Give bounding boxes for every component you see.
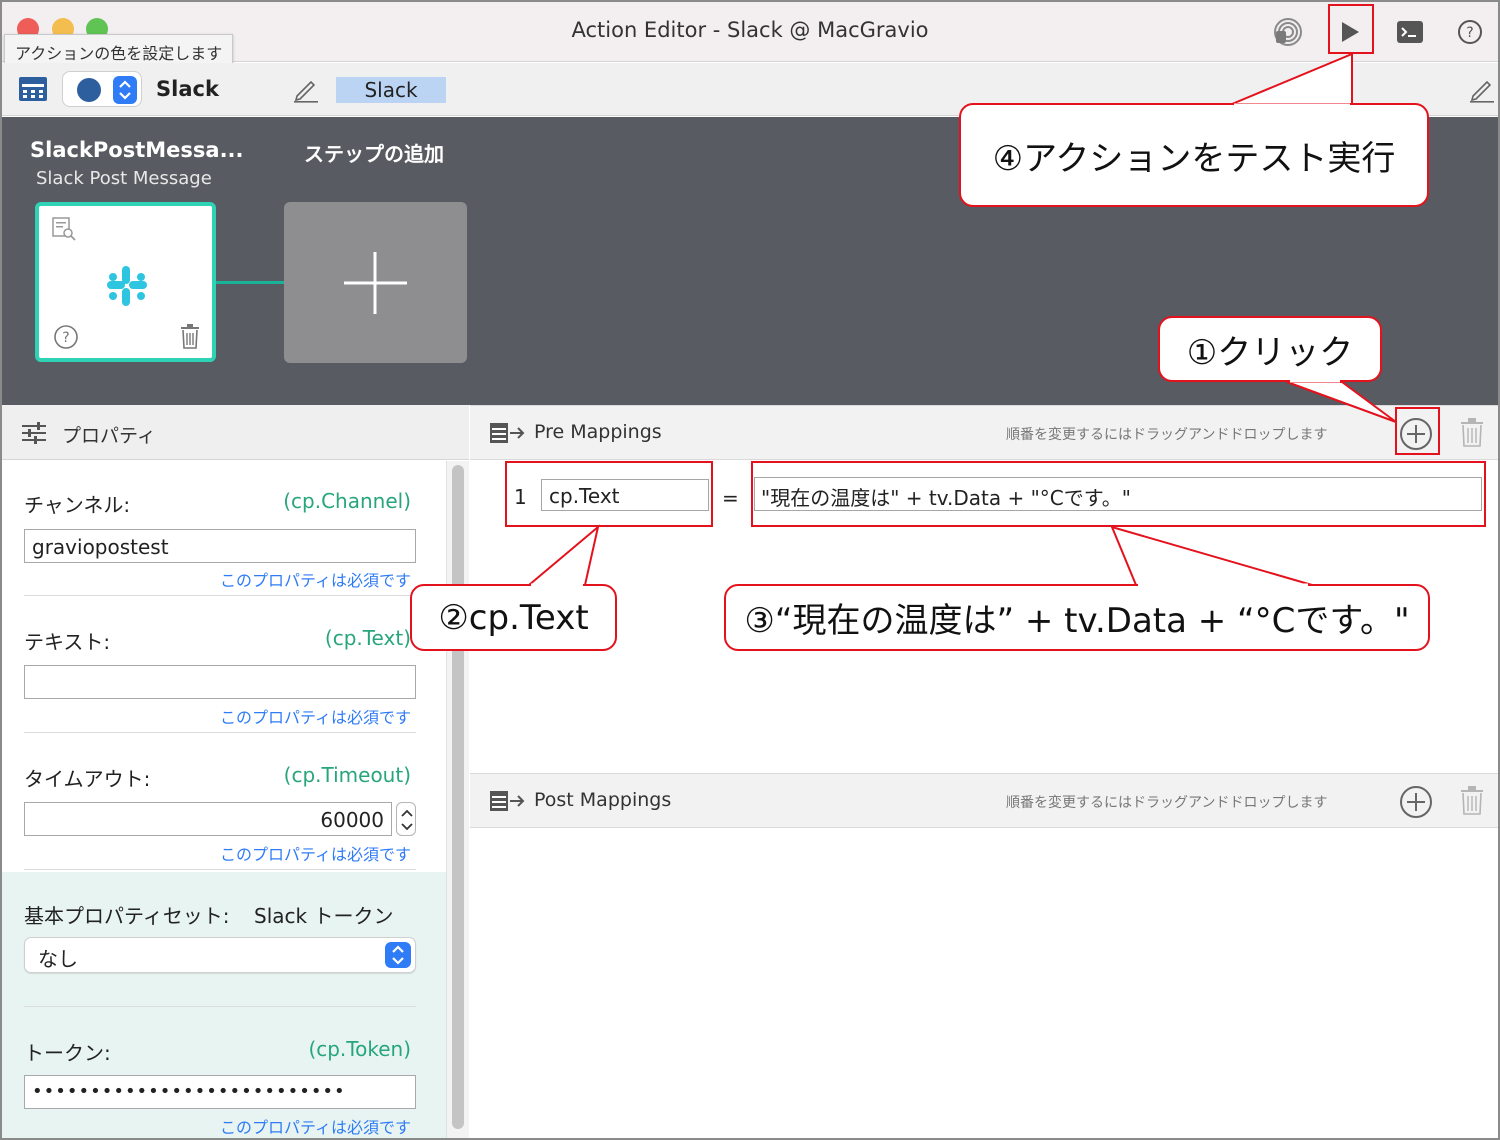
mapping-icon (490, 790, 526, 816)
step-subtitle: Slack Post Message (36, 168, 212, 189)
channel-label: チャンネル: (24, 493, 131, 517)
text-label: テキスト: (24, 630, 111, 654)
pre-mappings-header: Pre Mappings 順番を変更するにはドラッグアンドドロップします (470, 405, 1498, 460)
svg-text:?: ? (62, 330, 69, 346)
callout-click: ①クリック (1158, 316, 1382, 382)
text-var: (cp.Text) (324, 626, 411, 650)
inspect-icon[interactable] (51, 216, 77, 246)
edit-pencil-icon[interactable] (1468, 75, 1496, 107)
properties-header: プロパティ (2, 405, 469, 460)
key-highlight (505, 461, 713, 527)
properties-title: プロパティ (62, 425, 156, 447)
post-mappings-hint: 順番を変更するにはドラッグアンドドロップします (1006, 795, 1328, 811)
basic-set-value-label: Slack トークン (254, 904, 394, 928)
timeout-stepper[interactable] (396, 802, 416, 836)
svg-text:?: ? (1466, 25, 1473, 41)
action-name: Slack (156, 77, 219, 101)
add-post-mapping-button[interactable] (1398, 784, 1434, 824)
separator (24, 869, 416, 870)
text-input[interactable] (24, 665, 416, 699)
action-editor-window: Action Editor - Slack @ MacGravio ? アクショ… (0, 0, 1500, 1140)
token-label: トークン: (24, 1041, 111, 1065)
trash-icon (1461, 786, 1483, 815)
console-icon[interactable] (1392, 14, 1428, 50)
group-chip[interactable]: Slack (336, 77, 446, 103)
separator (24, 732, 416, 733)
plus-icon (344, 252, 407, 314)
calendar-icon[interactable] (18, 76, 48, 106)
color-swatch (77, 78, 101, 102)
step-trash-icon[interactable] (179, 324, 201, 354)
callout-expression: ③“現在の温度は” + tv.Data + “°Cです。" (724, 584, 1430, 651)
chevron-updown-icon (385, 942, 411, 968)
timeout-input[interactable]: 60000 (24, 802, 392, 836)
trash-icon (1461, 418, 1483, 447)
separator (24, 1006, 416, 1007)
post-mappings-list (470, 829, 1498, 1138)
pre-mappings-title: Pre Mappings (534, 421, 662, 443)
channel-var: (cp.Channel) (283, 489, 411, 513)
edit-name-pencil-icon[interactable] (292, 75, 320, 107)
run-button-highlight (1328, 4, 1374, 54)
help-icon[interactable]: ? (1452, 14, 1488, 50)
basic-set-select[interactable]: なし (24, 937, 416, 973)
action-color-picker[interactable] (62, 71, 142, 107)
post-mappings-header: Post Mappings 順番を変更するにはドラッグアンドドロップします (470, 773, 1498, 828)
plus-circle-icon (1400, 786, 1432, 818)
properties-scrollbar-thumb[interactable] (452, 465, 464, 1129)
slack-step-card[interactable]: ? (35, 202, 216, 362)
token-required-note: このプロパティは必須です (219, 1118, 411, 1137)
channel-input[interactable]: graviopostest (24, 529, 416, 563)
add-step-button[interactable] (284, 202, 467, 363)
token-var: (cp.Token) (308, 1037, 411, 1061)
add-step-label: ステップの追加 (304, 142, 444, 166)
text-required-note: このプロパティは必須です (219, 708, 411, 727)
timeout-label: タイムアウト: (24, 767, 151, 791)
callout-test-run: ④アクションをテスト実行 (959, 103, 1429, 207)
separator (24, 595, 416, 596)
step-title: SlackPostMessa... (30, 138, 244, 162)
delete-post-mapping-button[interactable] (1460, 786, 1484, 820)
pre-mappings-hint: 順番を変更するにはドラッグアンドドロップします (1006, 427, 1328, 443)
step-help-icon[interactable]: ? (53, 324, 79, 354)
channel-required-note: このプロパティは必須です (219, 571, 411, 590)
post-mappings-title: Post Mappings (534, 789, 672, 811)
basic-set-label: 基本プロパティセット: (24, 904, 230, 928)
broadcast-icon[interactable] (1270, 14, 1306, 50)
plus-button-highlight (1395, 407, 1440, 455)
delete-pre-mapping-button[interactable] (1460, 418, 1484, 452)
mapping-icon (490, 422, 526, 448)
sliders-icon (22, 422, 46, 448)
color-stepper-button[interactable] (113, 76, 137, 104)
timeout-var: (cp.Timeout) (283, 763, 411, 787)
expression-highlight (751, 461, 1486, 527)
mapping-equals: = (722, 486, 739, 510)
slack-logo-icon (105, 264, 149, 312)
basic-set-selected: なし (38, 947, 78, 971)
step-connector (216, 281, 286, 284)
callout-key: ②cp.Text (410, 584, 617, 651)
token-input[interactable]: ••••••••••••••••••••••••••• (24, 1075, 416, 1109)
color-tooltip: アクションの色を設定します (4, 34, 234, 66)
timeout-required-note: このプロパティは必須です (219, 845, 411, 864)
